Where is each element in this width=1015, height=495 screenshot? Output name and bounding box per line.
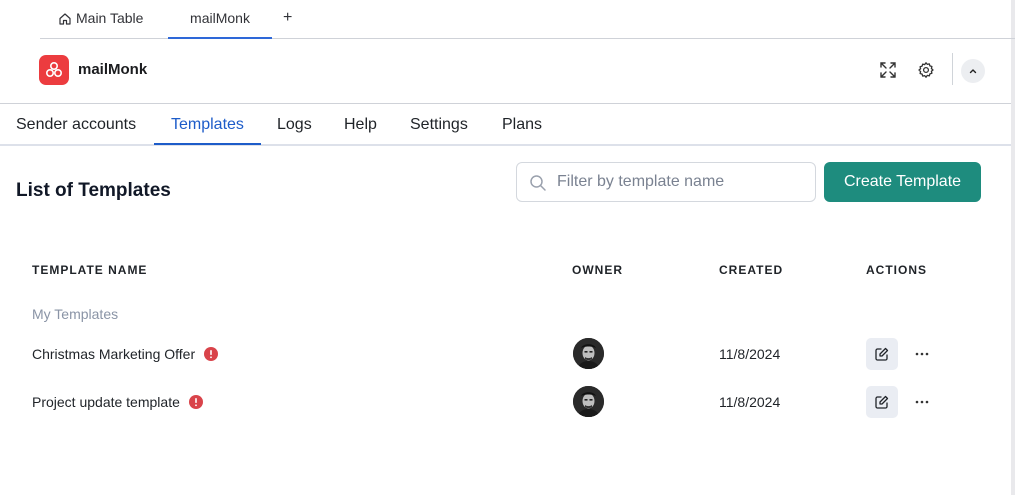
infinity-logo-icon [45, 61, 63, 78]
more-horizontal-icon[interactable] [914, 394, 930, 410]
exclamation-icon [204, 347, 219, 361]
avatar [573, 338, 604, 369]
tab-logs[interactable]: Logs [277, 116, 312, 134]
table-row-name[interactable]: Christmas Marketing Offer [32, 346, 219, 362]
column-header-created: CREATED [719, 263, 784, 277]
more-horizontal-icon[interactable] [914, 346, 930, 362]
tab-main-table[interactable]: Main Table [58, 10, 143, 38]
gear-icon[interactable] [917, 61, 935, 79]
chevron-up-icon [969, 69, 977, 74]
search-box [516, 162, 816, 202]
app-logo [39, 55, 69, 85]
template-name: Christmas Marketing Offer [32, 346, 196, 362]
tab-settings[interactable]: Settings [410, 116, 468, 134]
tab-main-table-label: Main Table [76, 10, 144, 26]
exclamation-icon [188, 395, 203, 409]
group-label-my-templates: My Templates [32, 306, 119, 322]
created-date: 11/8/2024 [719, 394, 781, 410]
column-header-actions: ACTIONS [866, 263, 927, 277]
header-divider [952, 53, 953, 85]
app-nav-tabs: Sender accounts Templates Logs Help Sett… [0, 104, 1011, 146]
edit-icon [875, 395, 889, 409]
app-header: mailMonk [0, 40, 1011, 104]
tab-templates[interactable]: Templates [171, 116, 244, 134]
avatar [573, 386, 604, 417]
column-header-template-name: TEMPLATE NAME [32, 263, 148, 277]
tab-mailmonk[interactable]: mailMonk [168, 10, 272, 39]
window-edge [1011, 0, 1015, 495]
created-date: 11/8/2024 [719, 346, 781, 362]
column-header-owner: OWNER [572, 263, 623, 277]
page-title: List of Templates [16, 180, 171, 201]
active-tab-indicator [154, 143, 261, 145]
template-name: Project update template [32, 394, 180, 410]
edit-icon [875, 347, 889, 361]
tab-help[interactable]: Help [344, 116, 377, 134]
create-template-button[interactable]: Create Template [824, 162, 981, 202]
board-tabs: Main Table mailMonk + [40, 0, 1015, 39]
tab-sender-accounts[interactable]: Sender accounts [16, 116, 136, 134]
tab-mailmonk-label: mailMonk [190, 10, 250, 26]
search-icon [530, 175, 546, 191]
tab-plans[interactable]: Plans [502, 116, 542, 134]
expand-icon[interactable] [879, 61, 897, 79]
edit-button[interactable] [866, 386, 898, 418]
edit-button[interactable] [866, 338, 898, 370]
collapse-button[interactable] [961, 59, 985, 83]
table-row-name[interactable]: Project update template [32, 394, 203, 410]
search-input[interactable] [557, 171, 807, 193]
add-tab-button[interactable]: + [283, 9, 292, 37]
home-icon [59, 13, 71, 25]
app-name: mailMonk [78, 61, 148, 78]
